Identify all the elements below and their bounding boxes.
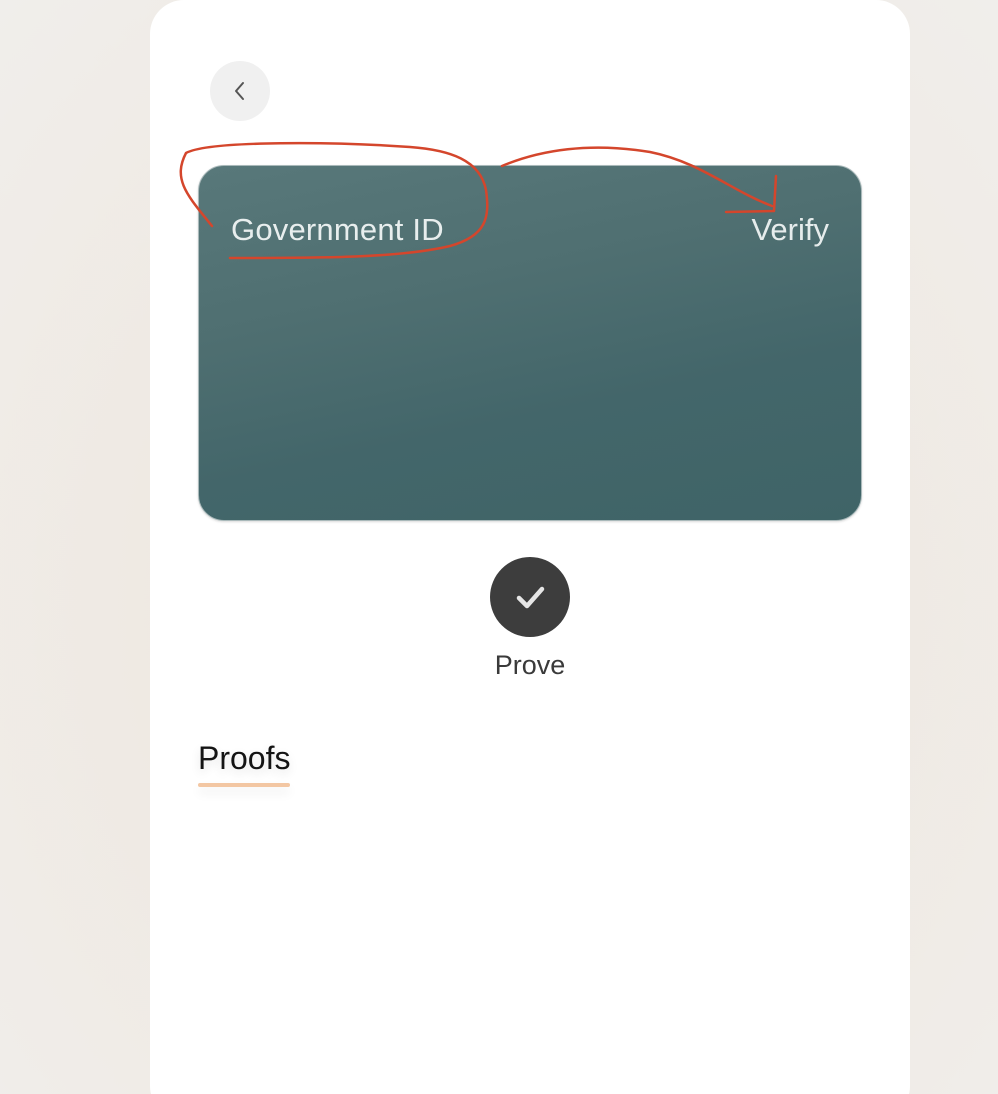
card-title: Government ID <box>231 212 444 247</box>
government-id-card[interactable]: Government ID Verify <box>198 165 862 521</box>
proofs-tab[interactable]: Proofs <box>198 740 290 777</box>
prove-button[interactable] <box>490 557 570 637</box>
chevron-left-icon <box>235 82 244 100</box>
checkmark-icon <box>516 586 545 609</box>
prove-label: Prove <box>494 650 566 680</box>
main-panel: Government ID Verify Prove Proofs <box>150 0 910 1094</box>
verify-link[interactable]: Verify <box>751 212 829 248</box>
proofs-tab-underline <box>198 783 290 787</box>
back-button[interactable] <box>210 61 270 121</box>
